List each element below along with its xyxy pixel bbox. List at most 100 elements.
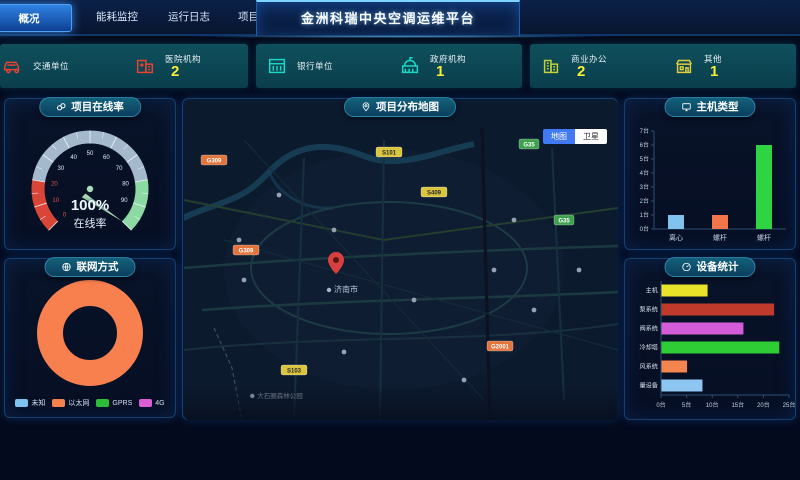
stat-count: 1 [436,65,466,79]
stats-icon [682,262,692,272]
svg-text:济南市: 济南市 [334,284,358,294]
svg-text:主机: 主机 [646,287,659,295]
legend-item[interactable]: 以太网 [52,398,89,408]
building-icon [673,55,695,77]
panel-project-map: G309S101G35S409G2001S103G309G35 济南市大石圈森林… [182,98,618,420]
panel-device-stats: 设备统计 0台5台10台15台20台25台主机泵系统阀系统冷却塔风系统量设备 [624,258,796,420]
panel-online-rate: 项目在线率 0102030405060708090 100% 在线率 [4,98,176,250]
svg-text:S409: S409 [427,191,442,197]
online-rate-value: 100% [5,197,175,214]
legend-swatch [96,399,109,407]
panel-title: 项目在线率 [71,98,124,117]
svg-text:冷却塔: 冷却塔 [639,344,658,352]
top-navbar: 概况 能耗监控 运行日志 项目列表 视频监控 金洲科瑞中央空调运维平台 [0,0,800,36]
svg-text:50: 50 [87,151,94,157]
device-stats-hbar-chart: 0台5台10台15台20台25台主机泵系统阀系统冷却塔风系统量设备 [625,275,797,417]
panel-network-header: 联网方式 [45,257,136,277]
stat-traffic: 交通单位 [0,55,124,77]
satellite-mode-button[interactable]: 卫星 [575,129,607,144]
tab-overview[interactable]: 概况 [0,4,72,32]
svg-text:量设备: 量设备 [639,382,658,390]
stat-count: 2 [171,65,201,79]
office-icon [540,55,562,77]
network-legend: 未知 以太网 GPRS 4G [5,398,175,408]
panel-title: 设备统计 [697,258,739,277]
svg-text:阀系统: 阀系统 [639,325,658,333]
svg-text:G35: G35 [523,143,535,149]
panel-network-type: 联网方式 未知 以太网 GPRS 4G [4,258,176,418]
svg-text:G2001: G2001 [491,345,510,351]
map-canvas[interactable]: G309S101G35S409G2001S103G309G35 济南市大石圈森林… [184,100,618,420]
tab-energy-monitor[interactable]: 能耗监控 [96,9,138,24]
svg-text:离心: 离心 [669,233,683,242]
app-title-box: 金洲科瑞中央空调运维平台 [256,0,520,36]
svg-text:1台: 1台 [640,211,649,219]
stat-card-1: 交通单位 医院机构 2 [0,44,248,88]
svg-text:7台: 7台 [640,127,649,135]
link-icon [56,102,66,112]
legend-label: 4G [155,400,164,407]
svg-text:80: 80 [122,181,129,187]
svg-text:10台: 10台 [706,401,719,409]
map-mode-button[interactable]: 地图 [543,129,575,144]
panel-host-type: 主机类型 0台1台2台3台4台5台6台7台离心螺杆螺杆 [624,98,796,250]
svg-text:20: 20 [51,181,58,187]
panel-device-stats-header: 设备统计 [665,257,756,277]
panel-map-header: 项目分布地图 [344,97,456,117]
svg-text:风系统: 风系统 [639,363,658,371]
stat-card-2: 银行单位 政府机构 1 [256,44,522,88]
legend-label: 未知 [31,398,45,408]
svg-text:25台: 25台 [783,401,796,409]
nav-glow-line [180,35,620,38]
legend-swatch [15,399,28,407]
government-icon [399,55,421,77]
svg-text:6台: 6台 [640,141,649,149]
legend-label: 以太网 [68,398,89,408]
stat-government: 政府机构 1 [389,53,522,79]
svg-text:15台: 15台 [731,401,744,409]
panel-host-type-header: 主机类型 [665,97,756,117]
svg-text:30: 30 [58,166,65,172]
svg-text:螺杆: 螺杆 [713,233,727,242]
svg-text:4台: 4台 [640,169,649,177]
svg-text:0台: 0台 [640,225,649,233]
svg-text:3台: 3台 [640,183,649,191]
stat-bank: 银行单位 [256,55,389,77]
stat-office: 商业办公 2 [530,53,663,79]
bank-icon [266,55,288,77]
svg-text:5台: 5台 [682,401,691,409]
stat-count: 2 [577,65,607,79]
app-title: 金洲科瑞中央空调运维平台 [301,11,475,26]
legend-swatch [139,399,152,407]
location-icon [361,102,371,112]
legend-item[interactable]: 4G [139,398,164,408]
legend-item[interactable]: GPRS [96,398,132,408]
stat-other: 其他 1 [663,53,796,79]
stat-label: 交通单位 [33,60,69,72]
stat-count: 1 [710,65,722,79]
map-layer-toggle: 地图 卫星 [543,129,607,144]
legend-label: GPRS [112,400,132,407]
svg-text:5台: 5台 [640,155,649,163]
svg-text:2台: 2台 [640,197,649,205]
hospital-icon [134,55,156,77]
svg-text:70: 70 [116,166,123,172]
legend-swatch [52,399,65,407]
svg-text:G309: G309 [239,249,254,255]
svg-text:G35: G35 [558,219,570,225]
panel-title: 主机类型 [697,98,739,117]
stat-hospital: 医院机构 2 [124,53,248,79]
network-icon [62,262,72,272]
tab-run-log[interactable]: 运行日志 [168,9,210,24]
monitor-icon [682,102,692,112]
host-type-bar-chart: 0台1台2台3台4台5台6台7台离心螺杆螺杆 [628,117,792,247]
car-icon [2,55,24,77]
online-rate-caption: 在线率 [5,215,175,231]
network-donut-chart [10,273,170,393]
svg-text:S101: S101 [382,151,397,157]
svg-text:60: 60 [103,155,110,161]
svg-text:20台: 20台 [757,401,770,409]
legend-item[interactable]: 未知 [15,398,45,408]
svg-text:S103: S103 [287,369,302,375]
svg-text:0台: 0台 [656,401,665,409]
